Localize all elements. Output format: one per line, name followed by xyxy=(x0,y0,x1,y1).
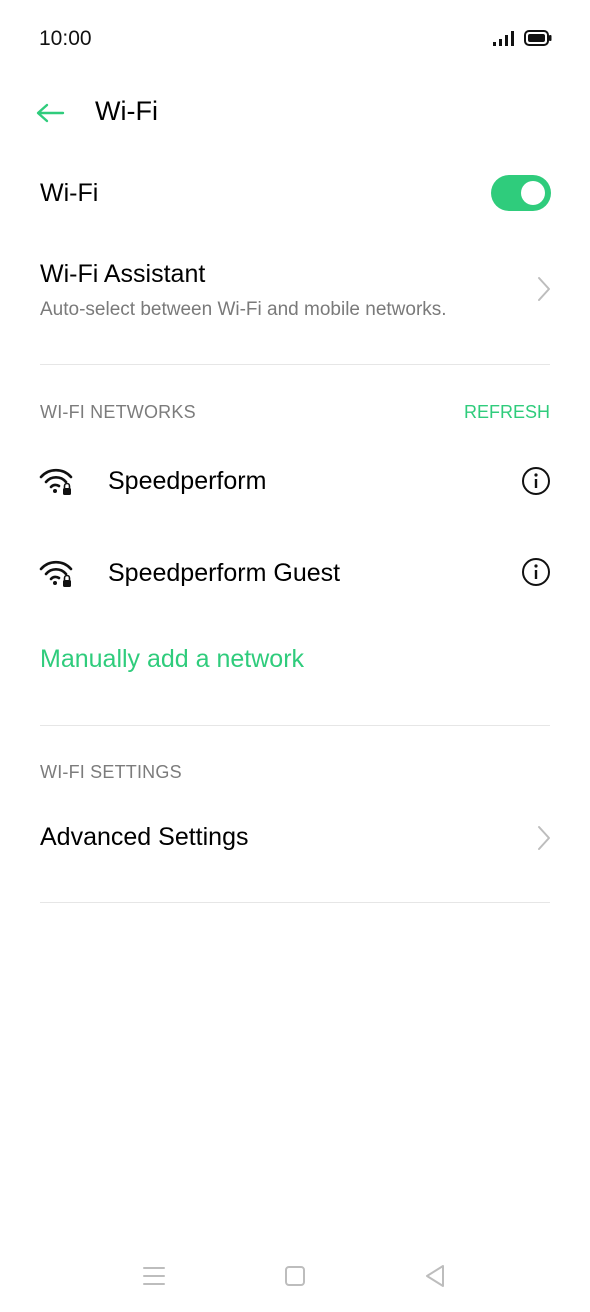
toggle-knob xyxy=(521,181,545,205)
wifi-assistant-subtitle: Auto-select between Wi-Fi and mobile net… xyxy=(40,299,447,320)
chevron-right-icon xyxy=(538,826,550,850)
divider xyxy=(40,902,550,903)
advanced-settings-label: Advanced Settings xyxy=(40,823,249,851)
info-icon[interactable] xyxy=(521,557,551,587)
back-triangle-icon[interactable] xyxy=(421,1262,449,1290)
refresh-button[interactable]: REFRESH xyxy=(464,402,550,423)
manually-add-network-link[interactable]: Manually add a network xyxy=(40,645,304,674)
wifi-toggle[interactable] xyxy=(491,175,551,211)
wifi-locked-icon xyxy=(39,468,73,495)
network-name: Speedperform xyxy=(108,467,267,495)
arrow-left-icon xyxy=(36,103,65,123)
page-title: Wi-Fi xyxy=(95,96,158,126)
battery-icon xyxy=(524,30,552,46)
divider xyxy=(40,725,550,726)
divider xyxy=(40,364,550,365)
info-icon[interactable] xyxy=(521,466,551,496)
signal-icon xyxy=(493,31,514,46)
wifi-networks-section-label: WI-FI NETWORKS xyxy=(40,402,196,422)
wifi-locked-icon xyxy=(39,560,73,587)
status-time: 10:00 xyxy=(39,27,92,50)
menu-icon[interactable] xyxy=(140,1262,168,1290)
network-name: Speedperform Guest xyxy=(108,559,341,587)
chevron-right-icon xyxy=(538,277,550,301)
wifi-assistant-title: Wi-Fi Assistant xyxy=(40,260,206,288)
wifi-settings-section-label: WI-FI SETTINGS xyxy=(40,762,182,782)
back-button[interactable] xyxy=(30,93,70,133)
wifi-toggle-label: Wi-Fi xyxy=(40,179,99,207)
home-square-icon[interactable] xyxy=(281,1262,309,1290)
